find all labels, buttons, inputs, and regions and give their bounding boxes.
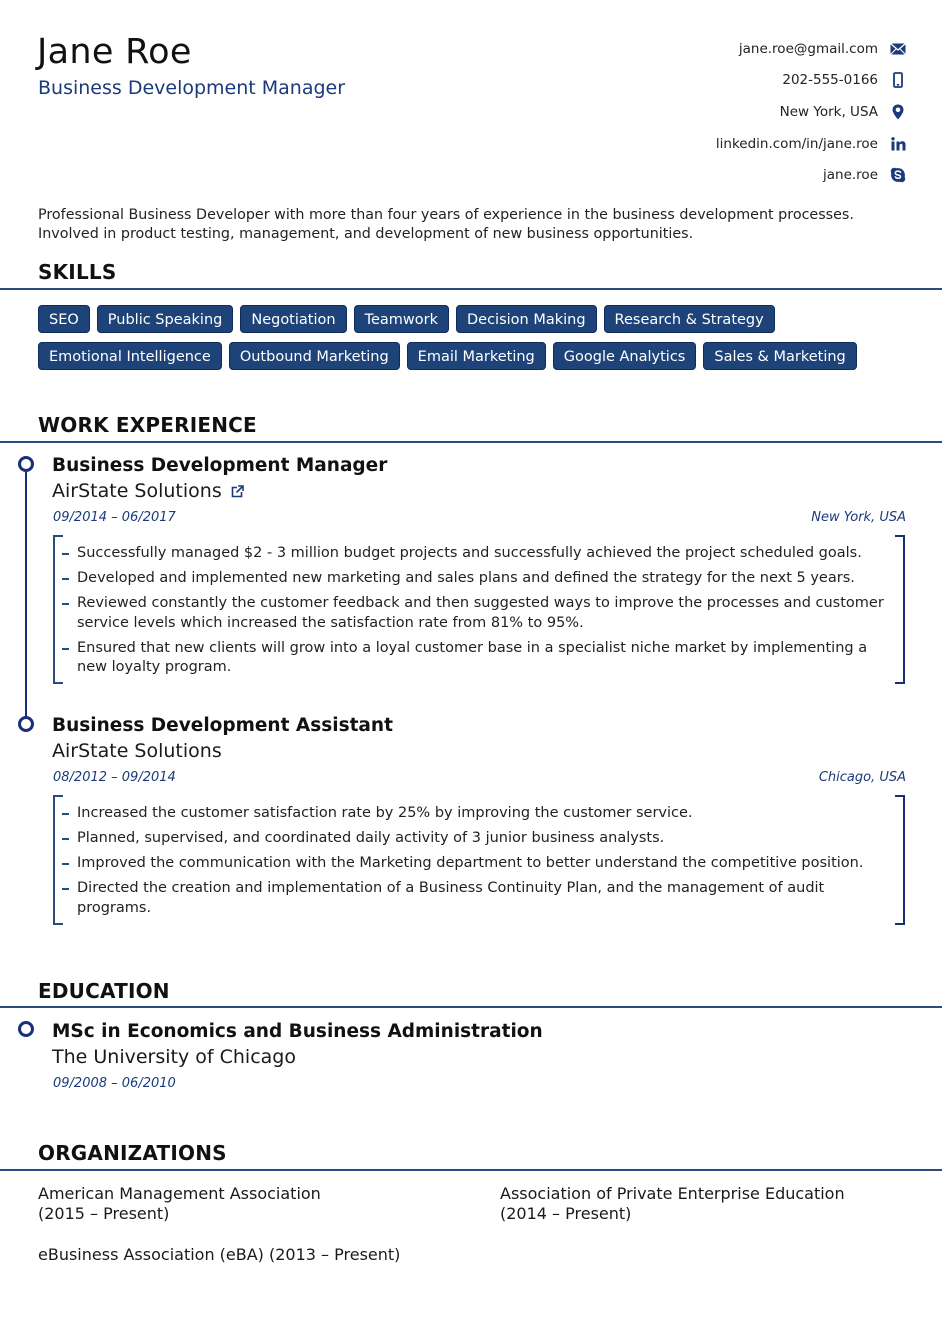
contact-linkedin[interactable]: linkedin.com/in/jane.roe xyxy=(716,128,906,160)
skill-tag[interactable]: Teamwork xyxy=(353,305,449,333)
skype-icon xyxy=(890,167,906,183)
school-name: The University of Chicago xyxy=(52,1046,296,1068)
contact-list: jane.roe@gmail.com 202-555-0166 New York… xyxy=(716,33,906,191)
skill-tag[interactable]: Public Speaking xyxy=(96,305,234,333)
organization-item: Association of Private Enterprise Educat… xyxy=(500,1184,845,1223)
skill-tag[interactable]: Research & Strategy xyxy=(603,305,775,333)
bullet-list: Increased the customer satisfaction rate… xyxy=(53,795,905,930)
job-achievements: Successfully managed $2 - 3 million budg… xyxy=(53,535,905,684)
mobile-phone-icon xyxy=(890,72,906,89)
achievement-item: Successfully managed $2 - 3 million budg… xyxy=(62,544,885,564)
bullet-list: Successfully managed $2 - 3 million budg… xyxy=(53,535,905,689)
resume-header: Jane Roe Business Development Manager ja… xyxy=(0,0,942,195)
envelope-icon xyxy=(890,41,906,57)
achievement-item: Improved the communication with the Mark… xyxy=(62,854,885,874)
skill-tag[interactable]: SEO xyxy=(38,305,90,333)
section-divider xyxy=(0,441,942,443)
skills-row: SEO Public Speaking Negotiation Teamwork… xyxy=(38,305,918,333)
job-location: New York, USA xyxy=(811,510,906,525)
achievement-item: Developed and implemented new marketing … xyxy=(62,569,885,589)
bracket-right-decoration xyxy=(895,795,905,925)
profile-summary: Professional Business Developer with mor… xyxy=(38,206,908,244)
company-name: AirState Solutions xyxy=(52,480,244,502)
skill-tag[interactable]: Google Analytics xyxy=(552,342,697,370)
contact-location: New York, USA xyxy=(716,96,906,128)
contact-skype[interactable]: jane.roe xyxy=(716,159,906,191)
contact-location-text: New York, USA xyxy=(779,103,878,120)
skills-list: SEO Public Speaking Negotiation Teamwork… xyxy=(38,305,918,379)
achievement-item: Planned, supervised, and coordinated dai… xyxy=(62,829,885,849)
organization-name: Association of Private Enterprise Educat… xyxy=(500,1184,845,1203)
bracket-left-decoration xyxy=(53,535,63,684)
summary-line: Professional Business Developer with mor… xyxy=(38,207,854,223)
skill-tag[interactable]: Sales & Marketing xyxy=(703,342,857,370)
degree-title: MSc in Economics and Business Administra… xyxy=(52,1021,543,1042)
section-divider xyxy=(0,1169,942,1171)
skill-tag[interactable]: Outbound Marketing xyxy=(228,342,400,370)
organization-name: American Management Association xyxy=(38,1184,321,1203)
section-heading-work-experience: WORK EXPERIENCE xyxy=(38,413,257,437)
organization-item: eBusiness Association (eBA) (2013 – Pres… xyxy=(38,1245,400,1265)
achievement-item: Increased the customer satisfaction rate… xyxy=(62,804,885,824)
section-heading-organizations: ORGANIZATIONS xyxy=(38,1141,227,1165)
bracket-right-decoration xyxy=(895,535,905,684)
company-name: AirState Solutions xyxy=(52,740,222,762)
candidate-title: Business Development Manager xyxy=(38,77,346,99)
achievement-item: Directed the creation and implementation… xyxy=(62,879,885,918)
contact-email[interactable]: jane.roe@gmail.com xyxy=(716,33,906,65)
timeline-connector xyxy=(25,472,27,722)
skill-tag[interactable]: Negotiation xyxy=(240,305,347,333)
organization-item: American Management Association (2015 – … xyxy=(38,1184,321,1223)
candidate-name: Jane Roe xyxy=(37,32,192,72)
timeline-dot xyxy=(18,716,34,732)
company-name-text: AirState Solutions xyxy=(52,480,222,502)
skills-row: Emotional Intelligence Outbound Marketin… xyxy=(38,342,918,370)
contact-linkedin-text[interactable]: linkedin.com/in/jane.roe xyxy=(716,136,878,152)
map-marker-icon xyxy=(890,104,906,120)
job-dates: 09/2014 – 06/2017 xyxy=(53,510,176,525)
job-title: Business Development Assistant xyxy=(52,715,393,736)
organization-period: (2014 – Present) xyxy=(500,1203,632,1223)
skill-tag[interactable]: Decision Making xyxy=(455,305,597,333)
achievement-item: Reviewed constantly the customer feedbac… xyxy=(62,594,885,633)
timeline-dot xyxy=(18,456,34,472)
contact-phone-text[interactable]: 202-555-0166 xyxy=(782,72,878,88)
organization-name: eBusiness Association (eBA) (2013 – Pres… xyxy=(38,1245,401,1264)
job-title: Business Development Manager xyxy=(52,455,388,476)
education-dates: 09/2008 – 06/2010 xyxy=(53,1076,176,1091)
job-location: Chicago, USA xyxy=(818,770,906,785)
achievement-item: Ensured that new clients will grow into … xyxy=(62,639,885,678)
timeline-dot xyxy=(18,1021,34,1037)
job-achievements: Increased the customer satisfaction rate… xyxy=(53,795,905,925)
skill-tag[interactable]: Emotional Intelligence xyxy=(38,342,222,370)
section-heading-skills: SKILLS xyxy=(38,260,117,284)
contact-email-text[interactable]: jane.roe@gmail.com xyxy=(739,41,878,57)
section-divider xyxy=(0,1006,942,1008)
contact-skype-text[interactable]: jane.roe xyxy=(823,167,878,183)
section-heading-education: EDUCATION xyxy=(38,979,170,1003)
external-link-icon[interactable] xyxy=(231,484,244,498)
section-divider xyxy=(0,288,942,290)
summary-line: Involved in product testing, management,… xyxy=(38,226,694,242)
linkedin-icon xyxy=(890,136,906,152)
company-name-text: AirState Solutions xyxy=(52,740,222,762)
school-name-text: The University of Chicago xyxy=(52,1046,296,1068)
organization-period: (2015 – Present) xyxy=(38,1203,170,1223)
job-dates: 08/2012 – 09/2014 xyxy=(53,770,176,785)
contact-phone[interactable]: 202-555-0166 xyxy=(716,65,906,97)
skill-tag[interactable]: Email Marketing xyxy=(406,342,546,370)
